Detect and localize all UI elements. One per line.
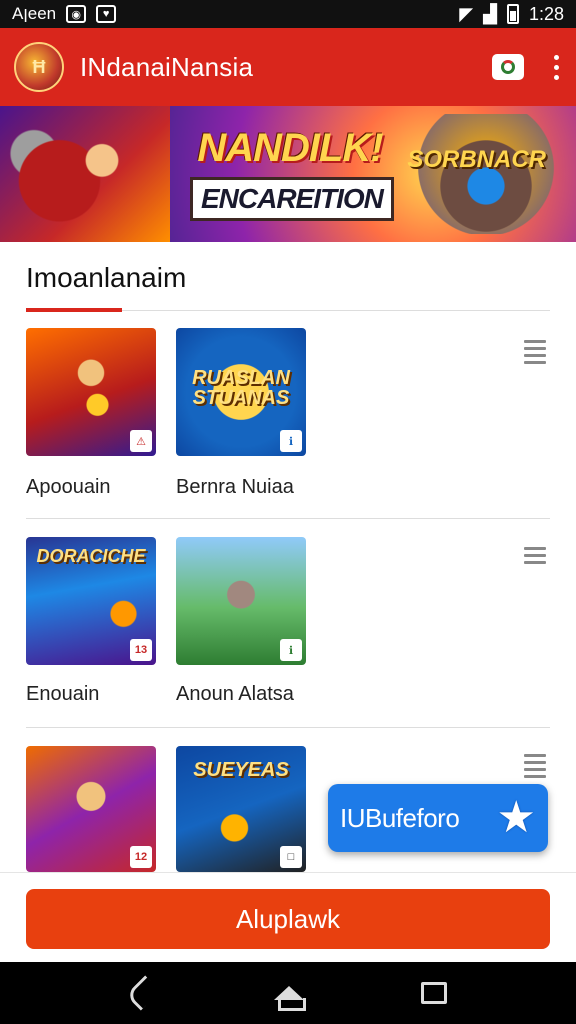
game-tile[interactable]: SUEYEAS □ xyxy=(176,746,306,872)
game-tile[interactable]: ⚠ xyxy=(26,328,156,456)
game-title[interactable]: Anoun Alatsa xyxy=(176,683,294,706)
back-icon[interactable] xyxy=(124,975,161,1011)
more-options-button[interactable] xyxy=(550,54,562,80)
recent-apps-icon[interactable] xyxy=(421,982,448,1004)
list-menu-icon[interactable] xyxy=(524,547,546,564)
banner-subheadline: ENCAREITION xyxy=(190,177,394,221)
banner-hero-image xyxy=(0,106,170,242)
floating-promo-button[interactable]: IUBufeforo ★ xyxy=(328,784,548,852)
game-tile-caption: RUASLAN STUANAS xyxy=(192,367,290,409)
game-tile[interactable]: ℹ xyxy=(176,537,306,665)
row-divider xyxy=(26,727,550,728)
game-tile[interactable]: 12 xyxy=(26,746,156,872)
list-menu-icon[interactable] xyxy=(524,340,546,364)
battery-icon xyxy=(506,4,519,24)
info-icon: ℹ xyxy=(280,639,302,661)
app-logo-glyph: Ħ xyxy=(32,56,46,77)
system-nav-bar xyxy=(0,962,576,1024)
row-divider xyxy=(26,518,550,519)
bottom-action-area: Aluplawk xyxy=(0,872,576,962)
star-icon: ★ xyxy=(496,793,536,842)
section-accent-underline xyxy=(26,308,122,312)
status-bar: Aןeen ◉ ♥ ◤ ▟ 1:28 xyxy=(0,0,576,28)
app-bar: Ħ INdanaiNansia xyxy=(0,28,576,106)
shield-icon: ♥ xyxy=(96,5,117,23)
info-icon: ℹ xyxy=(280,430,302,452)
notification-icon: ◉ xyxy=(66,5,87,23)
game-tile-caption: SUEYEAS xyxy=(193,759,289,781)
promo-label: IUBufeforo xyxy=(340,802,460,833)
banner-badge-text: SORBNACR xyxy=(407,146,546,173)
list-menu-icon[interactable] xyxy=(524,754,546,778)
section-header: Imoanlanaim xyxy=(26,262,550,312)
carrier-label: Aןeen xyxy=(12,4,57,23)
cast-icon xyxy=(501,60,515,74)
app-title: INdanaiNansia xyxy=(80,51,254,82)
home-icon[interactable] xyxy=(273,986,306,1011)
game-tile[interactable]: DORACICHE 13 xyxy=(26,537,156,665)
promo-banner[interactable]: NANDILK! ENCAREITION SORBNACR xyxy=(0,106,576,242)
game-title[interactable]: Apoouain xyxy=(26,476,111,499)
game-title[interactable]: Bernra Nuiaa xyxy=(176,476,294,499)
age-rating-badge: 12 xyxy=(130,846,152,868)
game-title[interactable]: Enouain xyxy=(26,683,99,706)
game-tile-caption: DORACICHE xyxy=(36,546,146,566)
signal-icon: ▟ xyxy=(483,3,497,24)
banner-badge-image xyxy=(416,114,556,234)
game-tile[interactable]: RUASLAN STUANAS ℹ xyxy=(176,328,306,456)
section-title: Imoanlanaim xyxy=(26,262,187,293)
age-rating-badge: 13 xyxy=(130,639,152,661)
clock: 1:28 xyxy=(528,3,564,24)
app-logo[interactable]: Ħ xyxy=(14,42,64,92)
age-rating-icon: ⚠ xyxy=(130,430,152,452)
cast-button[interactable] xyxy=(492,54,524,80)
info-icon: □ xyxy=(280,846,302,868)
banner-headline: NANDILK! xyxy=(197,126,383,170)
wifi-icon: ◤ xyxy=(459,3,474,24)
primary-action-button[interactable]: Aluplawk xyxy=(26,889,550,949)
